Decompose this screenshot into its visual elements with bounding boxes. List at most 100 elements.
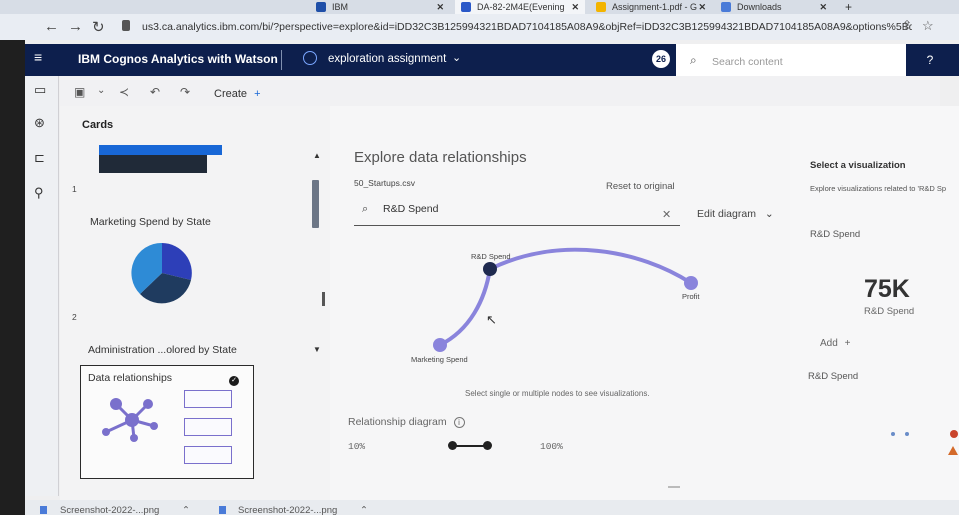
browser-tab-assignment[interactable]: Assignment-1.pdf - G ✕: [590, 0, 712, 14]
create-label: Create: [214, 88, 248, 100]
tab-label: DA-82-2M4E(Evening: [477, 2, 565, 12]
panel-title: Select a visualization: [810, 160, 906, 171]
toolbar: [60, 76, 940, 106]
save-icon[interactable]: ▣: [74, 85, 85, 99]
node-label-profit: Profit: [682, 292, 700, 301]
field-search-value[interactable]: R&D Spend: [383, 203, 438, 215]
comment-icon[interactable]: ▭: [34, 82, 46, 98]
share-icon[interactable]: ≺: [119, 85, 129, 99]
scroll-up-icon[interactable]: ▲: [313, 151, 321, 160]
card-label-data-relationships: Data relationships: [88, 372, 173, 384]
plus-icon: +: [254, 88, 261, 100]
side-rail: [25, 76, 59, 496]
edge-rd-profit: [489, 247, 693, 285]
share-icon[interactable]: ⇪: [902, 18, 912, 32]
kpi-label: R&D Spend: [864, 306, 915, 317]
download-favicon-icon: [721, 2, 731, 12]
card-index: 1: [72, 184, 77, 194]
chevron-up-icon[interactable]: ⌃: [360, 505, 368, 515]
info-icon[interactable]: i: [453, 417, 465, 428]
redo-icon[interactable]: ↷: [180, 85, 190, 99]
range-slider-handle-min[interactable]: [448, 441, 457, 450]
chevron-down-icon[interactable]: ⌄: [452, 51, 461, 64]
add-button[interactable]: Add +: [820, 338, 850, 349]
url-field[interactable]: us3.ca.analytics.ibm.com/bi/?perspective…: [130, 17, 912, 37]
app-title: IBM Cognos Analytics with Watson: [78, 52, 278, 66]
reload-icon[interactable]: ↻: [92, 18, 105, 36]
exploration-name[interactable]: exploration assignment: [328, 53, 446, 65]
explore-icon[interactable]: ⊛: [34, 115, 45, 131]
node-label-rd: R&D Spend: [471, 252, 511, 261]
edge-rd-marketing: [439, 268, 492, 347]
node-profit: [684, 276, 698, 290]
network-graph-icon: [102, 398, 158, 442]
close-tab-icon[interactable]: ✕: [436, 0, 444, 14]
panel-resize-handle[interactable]: [322, 292, 325, 306]
browser-tab-ibm[interactable]: IBM ✕: [310, 0, 450, 14]
cursor-icon: ↖: [486, 312, 497, 327]
field-label: R&D Spend: [808, 371, 859, 382]
close-tab-icon[interactable]: ✕: [571, 0, 579, 14]
file-icon: [40, 506, 47, 514]
relationship-diagram[interactable]: [400, 240, 720, 370]
cards-scrollbar[interactable]: [312, 180, 319, 228]
indicator-icon: [950, 430, 958, 438]
download-item[interactable]: Screenshot-2022-...png: [238, 505, 337, 515]
range-min: 10%: [348, 441, 366, 452]
close-tab-icon[interactable]: ✕: [698, 0, 706, 14]
help-icon: ?: [926, 53, 934, 67]
download-item[interactable]: Screenshot-2022-...png: [60, 505, 159, 515]
help-button[interactable]: ?: [915, 44, 945, 76]
card-label-marketing[interactable]: Marketing Spend by State: [90, 216, 211, 228]
forward-icon[interactable]: →: [68, 18, 83, 35]
close-tab-icon[interactable]: ✕: [819, 0, 827, 14]
search-input[interactable]: Search content: [712, 56, 783, 68]
document-favicon-icon: [461, 2, 471, 12]
dot-icon: [905, 432, 909, 436]
exploration-icon: [303, 51, 317, 65]
panel-drag-handle[interactable]: [668, 486, 680, 488]
downloads-bar: [25, 500, 959, 515]
new-tab-button[interactable]: +: [845, 0, 852, 14]
range-max: 100%: [540, 441, 563, 452]
placeholder-box: [184, 390, 232, 408]
tab-label: Assignment-1.pdf - G: [612, 2, 698, 12]
card-label-administration[interactable]: Administration ...olored by State: [88, 344, 237, 356]
card-thumbnail-bar[interactable]: [99, 145, 222, 155]
hierarchy-icon[interactable]: ⊏: [34, 150, 45, 166]
undo-icon[interactable]: ↶: [150, 85, 160, 99]
browser-tab-da[interactable]: DA-82-2M4E(Evening ✕: [455, 0, 585, 14]
search-box[interactable]: [676, 44, 906, 76]
kpi-value[interactable]: 75K: [864, 275, 910, 304]
chevron-up-icon[interactable]: ⌃: [182, 505, 190, 515]
file-icon: [219, 506, 226, 514]
notification-badge[interactable]: 26: [652, 50, 670, 68]
drive-favicon-icon: [596, 2, 606, 12]
scroll-down-icon[interactable]: ▼: [313, 345, 321, 354]
card-index: 2: [72, 312, 77, 322]
card-thumbnail-bar[interactable]: [99, 155, 207, 173]
create-button[interactable]: Create +: [214, 88, 261, 100]
pin-icon[interactable]: ⚲: [34, 185, 44, 201]
clear-icon[interactable]: ✕: [662, 208, 671, 221]
relationship-diagram-label: Relationship diagram i: [348, 416, 465, 428]
lock-icon: [122, 20, 130, 31]
tab-label: IBM: [332, 2, 349, 12]
pie-chart-thumbnail[interactable]: [130, 242, 194, 304]
browser-tab-downloads[interactable]: Downloads ✕: [715, 0, 833, 14]
page-title: Explore data relationships: [354, 149, 527, 166]
edit-diagram-dropdown[interactable]: Edit diagram ⌄: [697, 208, 774, 220]
edit-diagram-label: Edit diagram: [697, 208, 756, 220]
menu-icon[interactable]: ≡: [34, 49, 42, 65]
warning-icon: [948, 446, 958, 455]
chevron-down-icon: ⌄: [764, 208, 774, 220]
check-icon: ✓: [229, 376, 239, 386]
range-slider-handle-max[interactable]: [483, 441, 492, 450]
cards-title: Cards: [82, 119, 114, 131]
chevron-down-icon[interactable]: ⌄: [97, 85, 105, 96]
bookmark-star-icon[interactable]: ☆: [922, 18, 934, 34]
node-label-marketing: Marketing Spend: [411, 355, 468, 364]
back-icon[interactable]: ←: [44, 18, 59, 35]
panel-subtitle: Explore visualizations related to 'R&D S…: [810, 184, 947, 193]
reset-button[interactable]: Reset to original: [606, 181, 675, 192]
